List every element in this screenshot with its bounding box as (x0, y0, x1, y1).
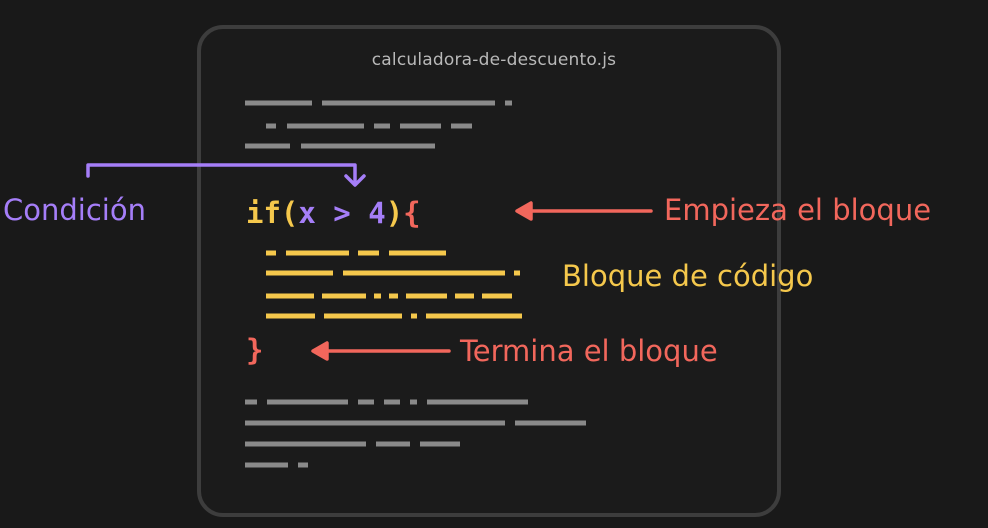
diagram-stage: calculadora-de-descuento.js if(x > 4){}… (0, 0, 988, 528)
condition-label: Condición (3, 193, 146, 227)
code-block-label: Bloque de código (562, 259, 814, 293)
arrow-down-icon (86, 163, 366, 187)
annotation-arrows (86, 163, 653, 361)
block-start-label: Empieza el bloque (664, 193, 932, 227)
arrow-left-icon (311, 341, 451, 361)
arrow-left-icon (515, 201, 653, 221)
block-end-label: Termina el bloque (460, 334, 718, 368)
